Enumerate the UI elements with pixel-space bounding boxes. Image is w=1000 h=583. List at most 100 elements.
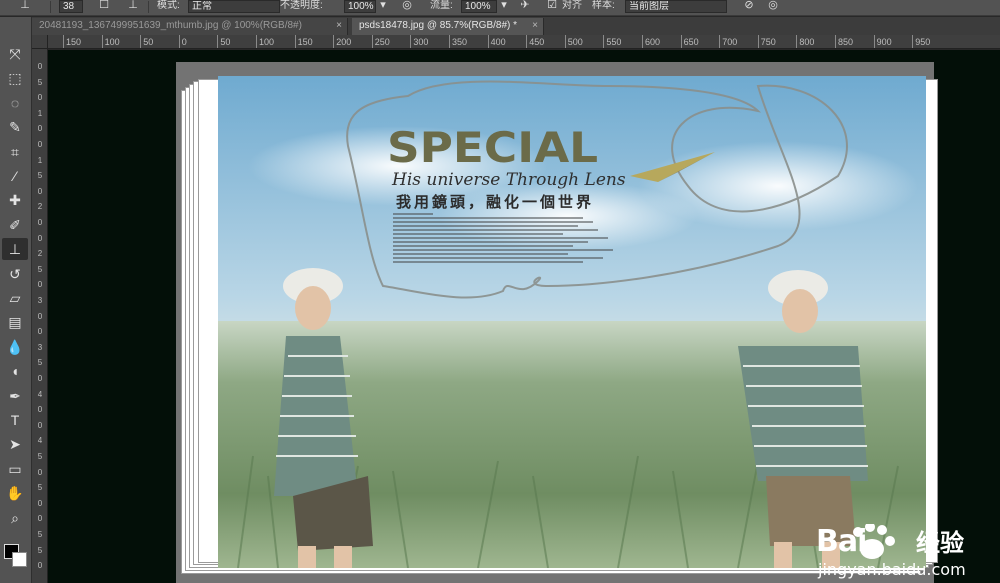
brush-panel-icon[interactable]: ☐	[97, 0, 111, 13]
sample-dropdown[interactable]: 当前图层	[625, 0, 727, 13]
ruler-tick-label: 0	[178, 35, 187, 48]
ignore-adjustment-icon[interactable]: ⊘	[742, 0, 756, 13]
ruler-tick-label: 350	[448, 35, 468, 48]
ruler-tick-label: 0	[37, 124, 43, 134]
ruler-tick-label: 50	[217, 35, 231, 48]
crop-tool[interactable]: ⌗	[2, 141, 28, 163]
tab-label: 20481193_1367499951639_mthumb.jpg @ 100%…	[39, 20, 302, 31]
flow-input[interactable]: 100%	[461, 0, 497, 13]
ruler-tick-label: 4	[37, 436, 43, 446]
ruler-tick-label: 0	[37, 327, 43, 337]
ruler-tick-label: 5	[37, 530, 43, 539]
close-icon[interactable]: ×	[336, 18, 342, 34]
zoom-tool[interactable]: ⌕	[2, 507, 28, 529]
watermark-suffix: 经验	[916, 529, 964, 557]
ruler-tick-label: 0	[37, 405, 43, 415]
hand-tool[interactable]: ✋	[2, 482, 28, 504]
opacity-input[interactable]: 100%	[344, 0, 376, 13]
blur-tool[interactable]: 💧	[2, 336, 28, 358]
brush-tool[interactable]: ✐	[2, 214, 28, 236]
ruler-tick-label: 550	[603, 35, 622, 48]
mode-dropdown[interactable]: 正常	[188, 0, 280, 13]
dodge-tool[interactable]: ◖	[2, 360, 28, 382]
vertical-ruler[interactable]: 0 5 0 1 0 0 1 5 0 2 0 0 2 5 0 3 0 0 3 5 0 4 0 0 4 5 0 5 0 0 5 5 0	[32, 49, 48, 583]
clone-stamp-tool[interactable]: ⊥	[2, 238, 28, 261]
ruler-origin[interactable]	[32, 35, 48, 49]
ruler-tick-label: 0	[37, 420, 43, 430]
poster-body-copy	[393, 213, 623, 265]
background-color-swatch[interactable]	[12, 552, 27, 567]
history-brush-tool[interactable]: ↺	[2, 263, 28, 285]
type-tool[interactable]: T	[2, 409, 28, 431]
mode-label: 模式:	[157, 0, 180, 11]
ruler-tick-label: 1	[37, 108, 43, 118]
ruler-tick-label: 700	[719, 35, 738, 48]
chevron-down-icon[interactable]: ▾	[376, 0, 390, 13]
ruler-tick-label: 0	[37, 498, 43, 508]
ruler-tick-label: 0	[37, 218, 43, 227]
ruler-tick-label: 0	[37, 311, 43, 321]
ruler-tick-label: 100	[101, 35, 120, 48]
ruler-tick-label: 750	[757, 35, 776, 48]
ruler-tick-label: 2	[37, 202, 43, 212]
ruler-tick-label: 0	[37, 62, 43, 71]
poster-subtitle: His universe Through Lens	[392, 170, 626, 190]
eyedropper-tool[interactable]: ⁄	[2, 165, 28, 187]
watermark-brand: Bai	[816, 524, 867, 559]
path-selection-tool[interactable]: ➤	[2, 433, 28, 455]
gradient-tool[interactable]: ▤	[2, 311, 28, 333]
ruler-tick-label: 0	[37, 233, 43, 243]
ruler-tick-label: 400	[487, 35, 506, 48]
marquee-tool[interactable]: ⬚	[2, 67, 28, 89]
options-bar: ⊥ 38 ☐ ⊥ 模式: 正常 不透明度: 100% ▾ ◎ 流量: 100% …	[0, 0, 1000, 16]
ruler-tick-label: 900	[873, 35, 892, 48]
clone-stamp-icon[interactable]: ⊥	[18, 0, 32, 13]
rectangle-tool[interactable]: ▭	[2, 458, 28, 480]
separator	[148, 1, 149, 13]
canvas-workspace[interactable]: SPECIAL His universe Through Lens 我用鏡頭，融…	[48, 50, 1000, 583]
ruler-tick-label: 2	[37, 249, 43, 259]
ruler-tick-label: 650	[680, 35, 699, 48]
pressure-size-icon[interactable]: ◎	[766, 0, 780, 13]
ruler-tick-label: 1	[37, 155, 43, 165]
ruler-tick-label: 5	[37, 483, 43, 493]
ruler-tick-label: 600	[641, 35, 661, 48]
poster-artwork: SPECIAL His universe Through Lens 我用鏡頭，融…	[218, 76, 926, 568]
ruler-tick-label: 850	[834, 35, 854, 48]
ruler-tick-label: 0	[37, 467, 43, 477]
ruler-tick-label: 0	[37, 186, 43, 196]
ruler-tick-label: 950	[912, 35, 931, 48]
watermark-url: jingyan.baidu.com	[818, 560, 966, 579]
ruler-tick-label: 450	[526, 35, 545, 48]
pen-tool[interactable]: ✒	[2, 385, 28, 407]
ruler-tick-label: 5	[37, 452, 43, 461]
chevron-down-icon[interactable]: ▾	[497, 0, 511, 13]
aligned-label: 对齐	[562, 0, 582, 11]
tab-document-1[interactable]: 20481193_1367499951639_mthumb.jpg @ 100%…	[32, 18, 348, 35]
horizontal-ruler[interactable]: 150 100 50 0 50 100 150 200 250 300 350 400 450 500 55…	[48, 35, 1000, 49]
quick-selection-tool[interactable]: ✎	[2, 116, 28, 138]
move-tool[interactable]: ⤧	[2, 43, 28, 65]
separator	[50, 1, 51, 13]
tools-panel: ⌕ ✋ ▭ ➤ T ✒ ◖ 💧 ▤ ▱ ↺ ⊥ ✐ ✚ ⁄ ⌗ ✎ ◌ ⬚ ⤧	[0, 17, 32, 583]
airbrush-icon[interactable]: ✈	[518, 0, 532, 13]
tab-label: psds18478.jpg @ 85.7%(RGB/8#) *	[359, 20, 518, 31]
tab-document-2[interactable]: psds18478.jpg @ 85.7%(RGB/8#) * ×	[352, 18, 544, 35]
eraser-tool[interactable]: ▱	[2, 287, 28, 309]
flow-label: 流量:	[430, 0, 453, 11]
pressure-opacity-icon[interactable]: ◎	[400, 0, 414, 13]
poster-title: SPECIAL	[387, 123, 599, 172]
ruler-tick-label: 150	[294, 35, 313, 48]
ruler-tick-label: 200	[333, 35, 352, 48]
lasso-tool[interactable]: ◌	[2, 92, 28, 114]
ruler-tick-label: 3	[37, 342, 43, 352]
clone-source-icon[interactable]: ⊥	[126, 0, 140, 13]
ruler-tick-label: 800	[796, 35, 815, 48]
aligned-checkbox[interactable]: ☑	[545, 0, 559, 13]
close-icon[interactable]: ×	[532, 18, 538, 34]
brush-size-picker[interactable]: 38	[59, 0, 83, 13]
ruler-tick-label: 4	[37, 389, 43, 399]
baidu-jingyan-watermark: Bai 经验 jingyan.baidu.com	[766, 524, 996, 579]
ruler-tick-label: 0	[37, 374, 43, 383]
healing-brush-tool[interactable]: ✚	[2, 189, 28, 211]
